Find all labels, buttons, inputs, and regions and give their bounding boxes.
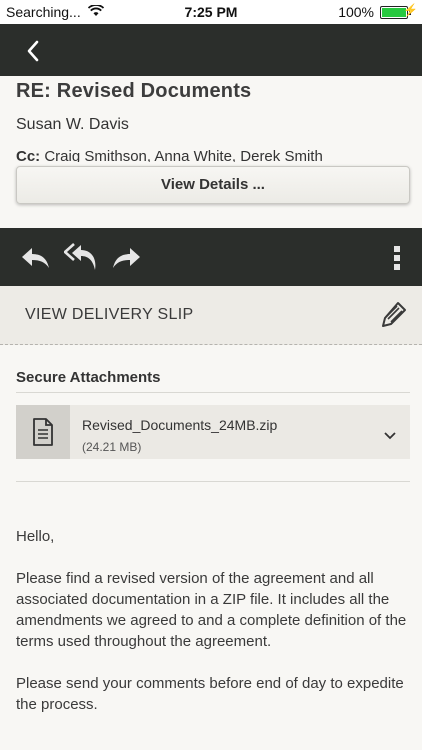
message-sender: Susan W. Davis — [16, 116, 129, 133]
navigation-bar — [0, 24, 422, 76]
status-bar: Searching... 7:25 PM 100% ⚡ — [0, 0, 422, 24]
battery-percentage: 100% — [338, 4, 374, 20]
attachment-filename: Revised_Documents_24MB.zip — [82, 417, 278, 433]
divider — [16, 481, 410, 482]
cc-label: Cc: — [16, 148, 41, 162]
message-header: RE: Revised Documents Susan W. Davis Cc:… — [0, 76, 422, 228]
attachment-item[interactable]: Revised_Documents_24MB.zip (24.21 MB) — [16, 405, 410, 459]
document-icon — [32, 418, 54, 451]
secure-attachments-heading: Secure Attachments — [16, 369, 161, 386]
forward-icon[interactable] — [110, 242, 142, 277]
more-vertical-icon[interactable] — [392, 244, 402, 277]
view-delivery-slip-row[interactable]: VIEW DELIVERY SLIP — [0, 286, 422, 345]
reply-all-icon[interactable] — [63, 240, 100, 277]
charging-icon: ⚡ — [403, 3, 418, 17]
cc-names: Craig Smithson, Anna White, Derek Smith — [44, 148, 323, 162]
chevron-down-icon[interactable] — [384, 427, 396, 445]
body-paragraph: Please send your comments before end of … — [16, 675, 404, 713]
body-paragraph: Please find a revised version of the agr… — [16, 570, 407, 650]
reply-icon[interactable] — [20, 242, 52, 277]
message-body: Hello, Please find a revised version of … — [16, 526, 412, 736]
view-details-button[interactable]: View Details ... — [16, 166, 410, 204]
body-paragraph: Hello, — [16, 528, 55, 545]
view-delivery-slip-label: VIEW DELIVERY SLIP — [25, 306, 194, 323]
message-subject: RE: Revised Documents — [16, 80, 252, 102]
back-icon[interactable] — [22, 39, 46, 63]
cc-line: Cc: Craig Smithson, Anna White, Derek Sm… — [16, 148, 323, 162]
pencil-icon[interactable] — [380, 300, 408, 333]
divider — [16, 392, 410, 393]
file-icon-box — [16, 405, 70, 459]
attachment-filesize: (24.21 MB) — [82, 440, 142, 454]
message-actions-toolbar — [0, 228, 422, 286]
